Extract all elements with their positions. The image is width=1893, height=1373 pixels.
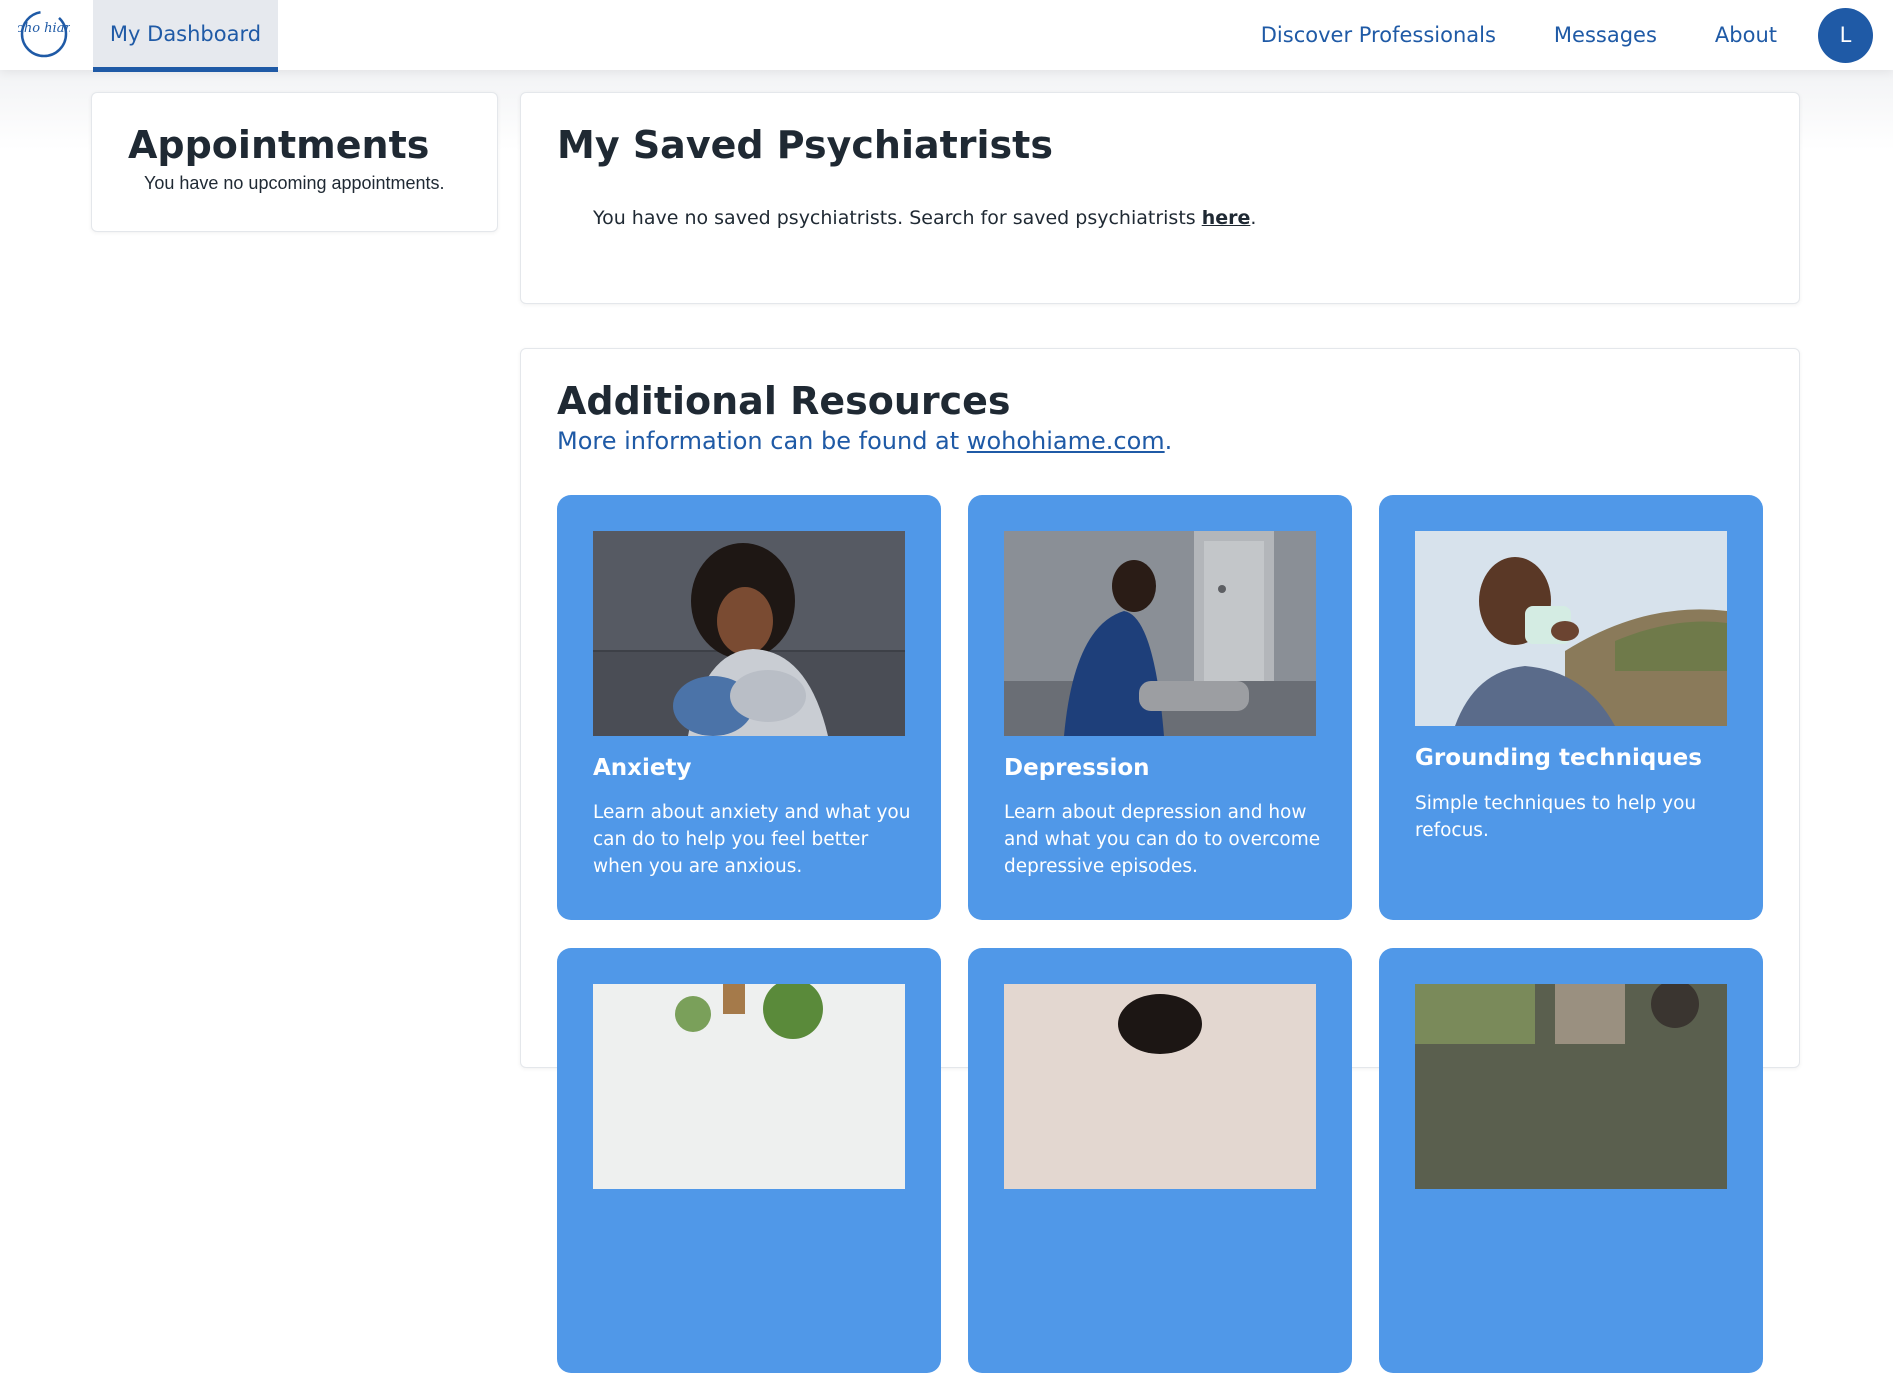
- resource-tile-5[interactable]: [968, 948, 1352, 1373]
- anxiety-photo: [593, 531, 905, 736]
- user-avatar[interactable]: L: [1818, 7, 1873, 63]
- appointments-card: Appointments You have no upcoming appoin…: [91, 92, 498, 232]
- grounding-photo: [1415, 531, 1727, 726]
- tile-description-anxiety: Learn about anxiety and what you can do …: [593, 802, 911, 877]
- nav-discover-professionals[interactable]: Discover Professionals: [1261, 23, 1496, 47]
- saved-psychiatrists-title: My Saved Psychiatrists: [557, 123, 1053, 167]
- wohohiame-logo[interactable]: Woho hiame: [4, 8, 85, 60]
- appointments-empty-text: You have no upcoming appointments.: [144, 173, 445, 193]
- resource-tile-depression[interactable]: Depression Learn about depression and ho…: [968, 495, 1352, 920]
- tile-title-anxiety: Anxiety: [593, 755, 692, 781]
- wohohiame-link[interactable]: wohohiame.com: [967, 427, 1165, 455]
- appointments-title: Appointments: [128, 123, 430, 167]
- tile-description-grounding: Simple techniques to help you refocus.: [1415, 793, 1697, 841]
- resources-subtitle-prefix: More information can be found at: [557, 427, 967, 455]
- top-navigation: Woho hiame My Dashboard Discover Profess…: [0, 0, 1893, 72]
- tile-title-depression: Depression: [1004, 755, 1150, 781]
- resources-title: Additional Resources: [557, 379, 1011, 423]
- additional-resources-card: Additional Resources More information ca…: [520, 348, 1800, 1373]
- resource-6-photo: [1415, 984, 1727, 1189]
- resource-tile-anxiety[interactable]: Anxiety Learn about anxiety and what you…: [557, 495, 941, 920]
- search-here-link[interactable]: here: [1202, 207, 1251, 229]
- saved-psychiatrists-empty-text: You have no saved psychiatrists. Search …: [593, 207, 1256, 229]
- saved-empty-suffix: .: [1250, 207, 1257, 229]
- tile-title-grounding: Grounding techniques: [1415, 745, 1702, 771]
- resource-tile-6[interactable]: [1379, 948, 1763, 1373]
- resources-subtitle-suffix: .: [1164, 427, 1173, 455]
- saved-empty-message: You have no saved psychiatrists. Search …: [593, 207, 1202, 229]
- nav-my-dashboard[interactable]: My Dashboard: [93, 0, 278, 72]
- tile-description-depression: Learn about depression and how and what …: [1004, 802, 1321, 877]
- saved-psychiatrists-card: My Saved Psychiatrists You have no saved…: [520, 92, 1800, 304]
- nav-messages[interactable]: Messages: [1554, 23, 1657, 47]
- depression-photo: [1004, 531, 1316, 736]
- nav-about[interactable]: About: [1715, 23, 1777, 47]
- avatar-initial: L: [1839, 23, 1852, 47]
- resource-4-photo: [593, 984, 905, 1189]
- resource-tile-4[interactable]: [557, 948, 941, 1373]
- resource-tile-grounding[interactable]: Grounding techniques Simple techniques t…: [1379, 495, 1763, 920]
- logo-text-line-1: Woho hiame: [18, 21, 70, 36]
- nav-my-dashboard-label: My Dashboard: [109, 21, 262, 46]
- resource-5-photo: [1004, 984, 1316, 1189]
- nav-links: Discover Professionals Messages About L: [1261, 0, 1893, 70]
- resources-subtitle: More information can be found at wohohia…: [557, 427, 1172, 455]
